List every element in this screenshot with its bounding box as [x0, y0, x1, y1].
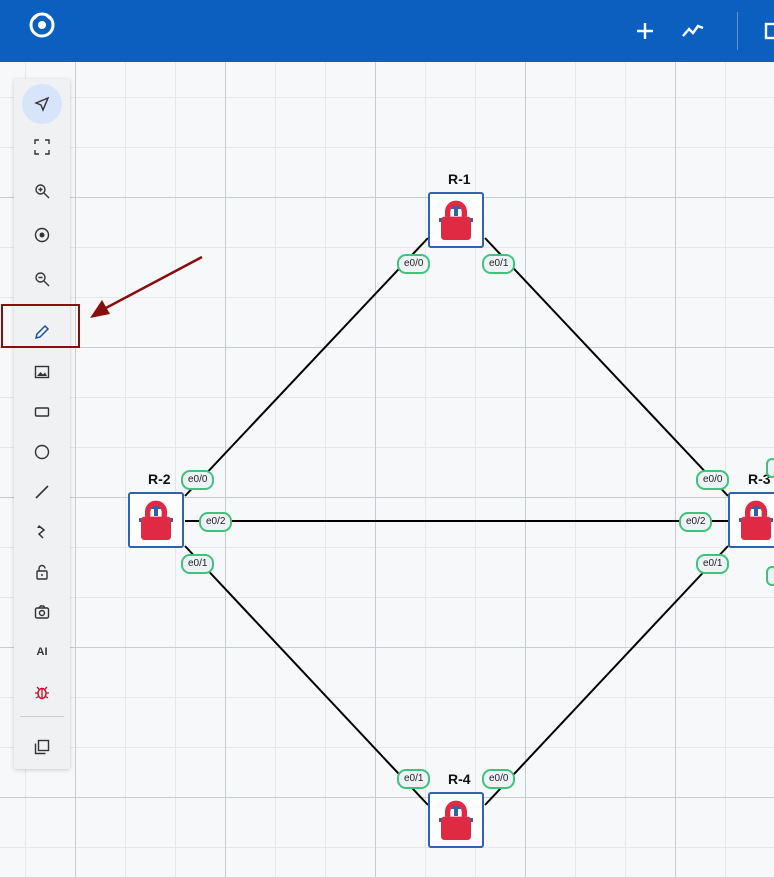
screenshot-tool[interactable] — [22, 594, 62, 630]
router-node-r2[interactable] — [128, 492, 184, 548]
bug-icon — [35, 686, 49, 700]
port-r3-offscreen-top[interactable] — [766, 458, 774, 478]
port-r1-e0-1[interactable]: e0/1 — [482, 254, 516, 274]
port-r2-e0-0[interactable]: e0/0 — [181, 470, 215, 490]
left-toolbar: AI — [14, 79, 70, 769]
lock-icon — [141, 500, 171, 540]
lock-icon — [441, 800, 471, 840]
curve-tool[interactable] — [22, 514, 62, 550]
center-tool[interactable] — [22, 217, 62, 253]
rectangle-icon — [34, 407, 50, 417]
fit-screen-icon — [34, 139, 50, 155]
port-r2-e0-1[interactable]: e0/1 — [181, 554, 215, 574]
lock-icon — [741, 500, 771, 540]
port-r3-e0-0[interactable]: e0/0 — [696, 470, 730, 490]
link-r2-r4[interactable] — [184, 545, 429, 806]
rectangle-tool[interactable] — [22, 394, 62, 430]
ai-tool-label: AI — [36, 646, 48, 658]
zoom-out-tool[interactable] — [22, 261, 62, 297]
insert-image-tool[interactable] — [22, 354, 62, 390]
port-r3-e0-2[interactable]: e0/2 — [679, 512, 713, 532]
layers-tool[interactable] — [22, 729, 62, 765]
fit-to-screen-tool[interactable] — [22, 129, 62, 165]
debug-tool[interactable] — [22, 674, 62, 710]
circle-icon — [34, 444, 50, 460]
port-r1-e0-0[interactable]: e0/0 — [397, 254, 431, 274]
port-r2-e0-2[interactable]: e0/2 — [199, 512, 233, 532]
annotation-highlight-box — [1, 304, 80, 348]
router-node-r4[interactable] — [428, 792, 484, 848]
line-tool[interactable] — [22, 474, 62, 510]
port-r4-e0-1[interactable]: e0/1 — [397, 769, 431, 789]
port-r3-offscreen-bottom[interactable] — [766, 566, 774, 586]
port-r4-e0-0[interactable]: e0/0 — [482, 769, 516, 789]
router-node-r1[interactable] — [428, 192, 484, 248]
line-icon — [35, 485, 49, 499]
topology-links — [90, 237, 729, 806]
lock-tool[interactable] — [22, 554, 62, 590]
link-r3-r4[interactable] — [484, 545, 729, 806]
node-label-r4: R-4 — [448, 771, 471, 787]
link-r1-r3[interactable] — [484, 237, 729, 497]
lock-icon — [441, 200, 471, 240]
port-r3-e0-1[interactable]: e0/1 — [696, 554, 730, 574]
ellipse-tool[interactable] — [22, 434, 62, 470]
curved-arrow-icon — [37, 525, 46, 539]
center-target-icon — [34, 227, 50, 243]
node-label-r2: R-2 — [148, 471, 171, 487]
unlock-icon — [36, 564, 48, 580]
zoom-in-tool[interactable] — [22, 173, 62, 209]
zoom-out-icon — [35, 272, 50, 287]
router-node-r3[interactable] — [728, 492, 774, 548]
image-icon — [34, 365, 50, 379]
navigate-arrow-icon — [34, 96, 50, 112]
link-r1-r2[interactable] — [184, 237, 429, 497]
node-label-r1: R-1 — [448, 171, 471, 187]
annotation-arrow-line — [103, 255, 203, 311]
toolbar-divider — [20, 716, 64, 717]
annotation-arrow-head — [90, 300, 110, 318]
camera-icon — [34, 605, 50, 619]
layers-icon — [34, 739, 50, 755]
zoom-in-icon — [35, 184, 50, 199]
select-tool[interactable] — [22, 84, 62, 124]
ai-tool[interactable]: AI — [22, 634, 62, 670]
